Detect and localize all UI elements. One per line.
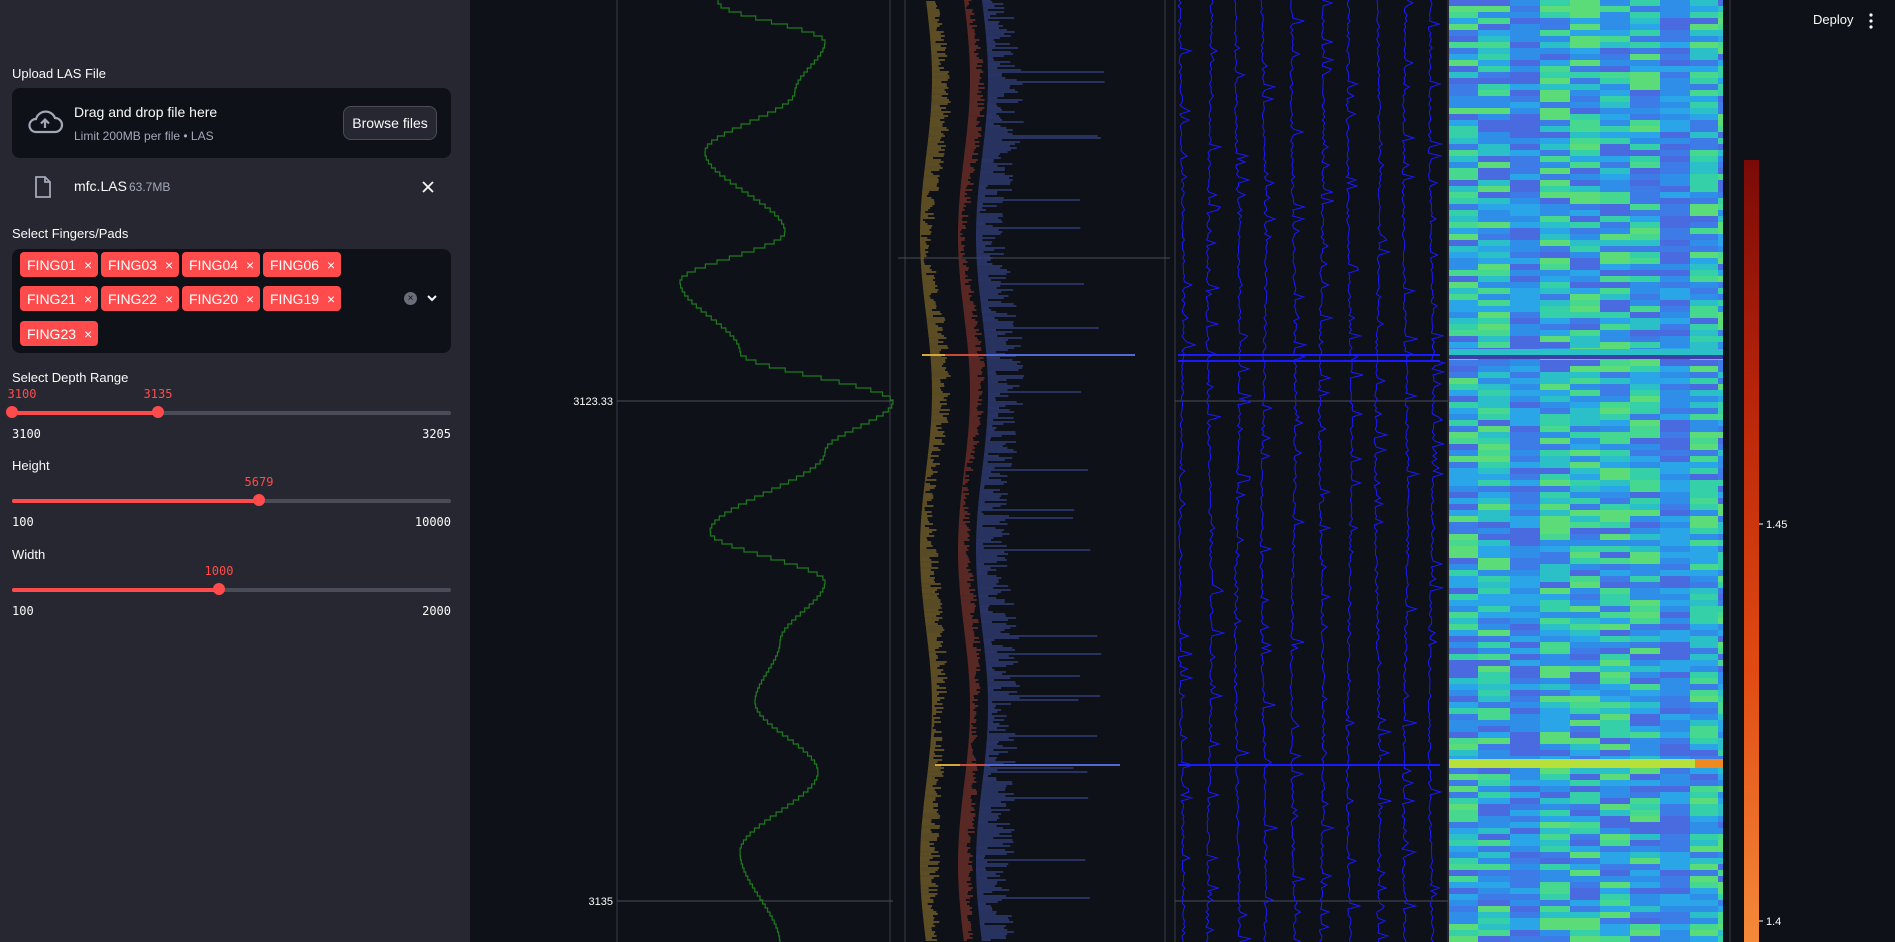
slider-fill — [12, 588, 219, 592]
height-label: Height — [12, 458, 50, 473]
slider-value: 5679 — [244, 475, 274, 489]
tag-fing20[interactable]: FING20 × — [182, 286, 261, 311]
remove-tag-icon[interactable]: × — [327, 291, 335, 307]
tag-label: FING06 — [270, 256, 320, 273]
slider-thumb[interactable] — [213, 583, 225, 595]
slider-max: 3205 — [422, 427, 451, 441]
slider-thumb[interactable] — [253, 494, 265, 506]
depth-tick-2: 3135 — [589, 896, 613, 908]
colorbar — [1744, 160, 1759, 942]
tag-fing23[interactable]: FING23 × — [20, 321, 99, 346]
remove-tag-icon[interactable]: × — [246, 291, 254, 307]
tag-fing19[interactable]: FING19 × — [263, 286, 342, 311]
tag-label: FING20 — [189, 290, 239, 307]
slider-max: 2000 — [422, 604, 451, 618]
colorbar-tick-2: 1.4 — [1766, 916, 1781, 928]
fingers-label: Select Fingers/Pads — [12, 226, 129, 241]
tag-label: FING04 — [189, 256, 239, 273]
browse-files-button[interactable]: Browse files — [343, 106, 437, 140]
remove-tag-icon[interactable]: × — [84, 291, 92, 307]
depth-range-slider[interactable]: 3100 3135 3100 3205 — [6, 387, 451, 449]
depth-tick-1: 3123.33 — [573, 396, 613, 408]
slider-thumb-low[interactable] — [6, 406, 18, 418]
cloud-upload-icon — [28, 110, 64, 134]
slider-low-value: 3100 — [7, 387, 37, 401]
slider-min: 100 — [12, 604, 34, 618]
tag-label: FING23 — [27, 325, 77, 342]
uploaded-file-name: mfc.LAS — [74, 178, 127, 194]
slider-fill — [12, 499, 259, 503]
dropzone-title: Drag and drop file here — [74, 104, 218, 120]
file-icon — [35, 176, 51, 198]
heatmap-track — [1449, 0, 1723, 942]
sidebar: Upload LAS File Drag and drop file here … — [0, 0, 470, 942]
slider-value: 1000 — [204, 564, 234, 578]
remove-tag-icon[interactable]: × — [84, 257, 92, 273]
tag-fing22[interactable]: FING22 × — [101, 286, 180, 311]
slider-min: 100 — [12, 515, 34, 529]
remove-tag-icon[interactable]: × — [327, 257, 335, 273]
slider-high-value: 3135 — [143, 387, 173, 401]
remove-tag-icon[interactable]: × — [246, 257, 254, 273]
slider-max: 10000 — [414, 515, 451, 529]
tag-fing01[interactable]: FING01 × — [20, 252, 99, 277]
kebab-menu-icon[interactable] — [1869, 13, 1873, 29]
tag-label: FING03 — [108, 256, 158, 273]
tag-fing04[interactable]: FING04 × — [182, 252, 261, 277]
uploaded-file-size: 63.7MB — [129, 180, 171, 194]
tag-fing06[interactable]: FING06 × — [263, 252, 342, 277]
clear-all-icon[interactable]: × — [404, 292, 417, 305]
tag-label: FING22 — [108, 290, 158, 307]
width-label: Width — [12, 547, 46, 562]
upload-label: Upload LAS File — [12, 66, 106, 81]
remove-tag-icon[interactable]: × — [165, 257, 173, 273]
tag-label: FING01 — [27, 256, 77, 273]
slider-thumb-high[interactable] — [152, 406, 164, 418]
chevron-down-icon[interactable] — [426, 292, 438, 304]
deploy-button[interactable]: Deploy — [1813, 12, 1853, 27]
slider-min: 3100 — [12, 427, 41, 441]
tag-label: FING19 — [270, 290, 320, 307]
uploaded-file-row: mfc.LAS 63.7MB — [12, 170, 451, 206]
dropzone-limit: Limit 200MB per file • LAS — [74, 129, 214, 143]
well-log-plot[interactable]: 3123.33 3135 1.45 1.4 — [470, 0, 1895, 942]
fingers-multiselect[interactable]: FING01 × FING03 × FING04 × FING06 × FING21 × … — [12, 249, 451, 353]
remove-tag-icon[interactable]: × — [84, 326, 92, 342]
file-dropzone[interactable]: Drag and drop file here Limit 200MB per … — [12, 88, 451, 158]
width-slider[interactable]: 1000 100 2000 — [12, 564, 451, 626]
depth-range-label: Select Depth Range — [12, 370, 129, 385]
tag-fing21[interactable]: FING21 × — [20, 286, 99, 311]
tag-fing03[interactable]: FING03 × — [101, 252, 180, 277]
height-slider[interactable]: 5679 100 10000 — [12, 475, 451, 537]
remove-file-icon[interactable] — [419, 178, 437, 196]
colorbar-tick-1: 1.45 — [1766, 519, 1787, 531]
slider-fill — [12, 411, 157, 415]
remove-tag-icon[interactable]: × — [165, 291, 173, 307]
tag-label: FING21 — [27, 290, 77, 307]
